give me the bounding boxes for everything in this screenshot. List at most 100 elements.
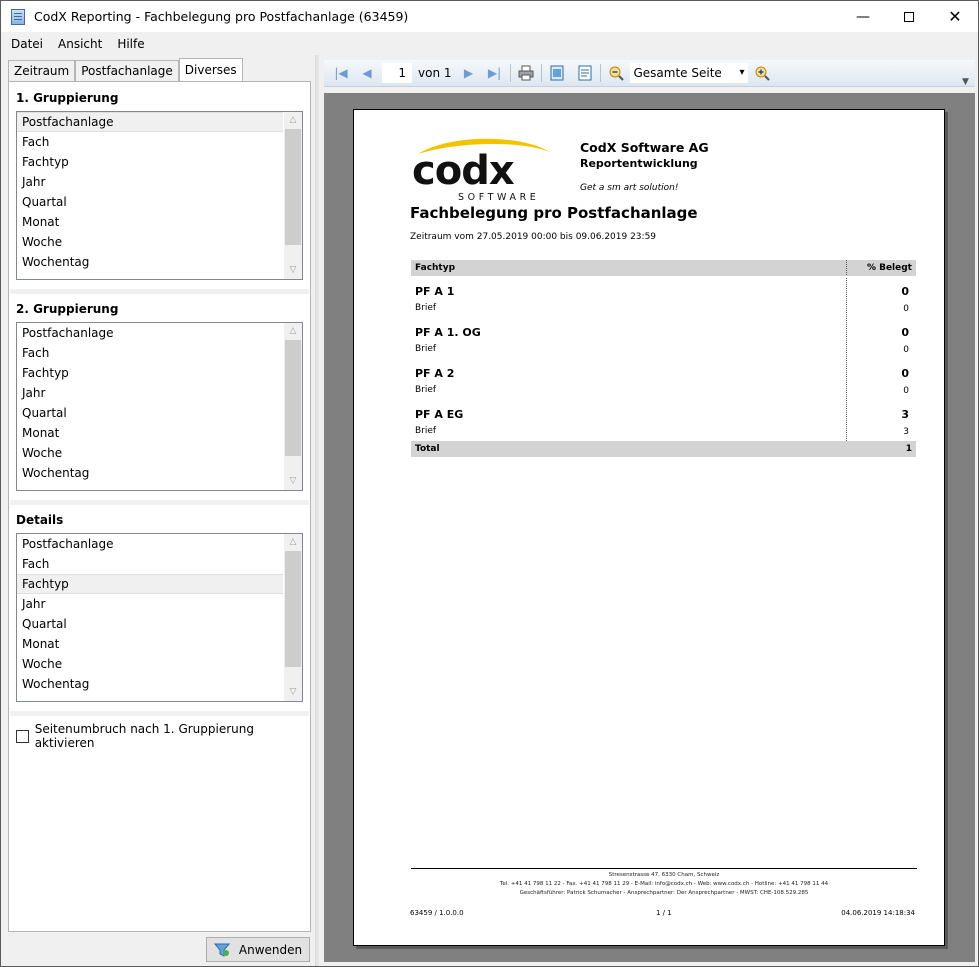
group-row-label: PF A 2 bbox=[415, 367, 455, 380]
print-icon[interactable] bbox=[515, 62, 537, 84]
header-rule bbox=[411, 276, 916, 277]
group-2-title: 2. Gruppierung bbox=[16, 302, 119, 316]
report-title: Fachbelegung pro Postfachanlage bbox=[410, 204, 698, 222]
group-row-label: PF A 1. OG bbox=[415, 326, 481, 339]
list-item[interactable]: Quartal bbox=[17, 614, 283, 634]
page-setup-icon[interactable] bbox=[546, 62, 568, 84]
page-number-input[interactable]: 1 bbox=[382, 63, 412, 83]
close-button[interactable]: ✕ bbox=[932, 1, 978, 32]
list-item[interactable]: Woche bbox=[17, 232, 283, 252]
toolbar-overflow-icon[interactable]: ▼ bbox=[962, 77, 969, 87]
total-label: Total bbox=[415, 444, 440, 454]
apply-button[interactable]: Anwenden bbox=[206, 937, 310, 962]
list-item[interactable]: Fach bbox=[17, 132, 283, 152]
scroll-thumb[interactable] bbox=[285, 551, 301, 667]
detail-row-value: 0 bbox=[903, 345, 909, 355]
zoom-select[interactable]: Gesamte Seite bbox=[629, 63, 748, 83]
list-item[interactable]: Fachtyp bbox=[17, 152, 283, 172]
detail-row-label: Brief bbox=[415, 303, 437, 313]
list-item[interactable]: Woche bbox=[17, 443, 283, 463]
footer-version: 63459 / 1.0.0.0 bbox=[410, 909, 464, 917]
footer-rule bbox=[411, 868, 917, 869]
company-department: Reportentwicklung bbox=[580, 157, 698, 170]
list-item[interactable]: Wochentag bbox=[17, 252, 283, 272]
first-page-icon[interactable]: |◀ bbox=[330, 62, 352, 84]
tab-diverses[interactable]: Diverses bbox=[178, 58, 243, 82]
list-item[interactable]: Fach bbox=[17, 554, 283, 574]
svg-text:SOFTWARE: SOFTWARE bbox=[458, 192, 539, 202]
list-item[interactable]: Monat bbox=[17, 423, 283, 443]
report-table-header: Fachtyp % Belegt bbox=[411, 260, 916, 276]
list-item[interactable]: Wochentag bbox=[17, 674, 283, 694]
divider bbox=[10, 711, 309, 716]
list-item[interactable]: Jahr bbox=[17, 383, 283, 403]
footer-contact: Tel. +41 41 798 11 22 - Fax. +41 41 798 … bbox=[499, 881, 829, 887]
next-page-icon[interactable]: ▶ bbox=[458, 62, 480, 84]
scroll-down-icon[interactable]: ▽ bbox=[284, 684, 302, 701]
list-item[interactable]: Postfachanlage bbox=[17, 534, 283, 554]
column-fachtyp: Fachtyp bbox=[415, 263, 456, 273]
page-break-checkbox[interactable] bbox=[16, 729, 29, 743]
report-preview[interactable]: codx SOFTWARE CodX Software AG Reportent… bbox=[324, 93, 975, 962]
scroll-up-icon[interactable]: △ bbox=[284, 323, 302, 340]
footer-date: 04.06.2019 14:18:34 bbox=[841, 909, 915, 917]
tab-strip: Zeitraum Postfachanlage Diverses bbox=[8, 58, 243, 82]
detail-row-label: Brief bbox=[415, 385, 437, 395]
listbox-scrollbar[interactable]: △ ▽ bbox=[284, 323, 302, 490]
list-item[interactable]: Quartal bbox=[17, 403, 283, 423]
maximize-button[interactable] bbox=[886, 1, 932, 32]
column-divider bbox=[846, 260, 847, 457]
menu-datei[interactable]: Datei bbox=[3, 37, 50, 51]
title-bar: CodX Reporting - Fachbelegung pro Postfa… bbox=[1, 1, 978, 32]
footer-management: Geschäftsführer: Patrick Schumacher - An… bbox=[519, 890, 809, 896]
scroll-up-icon[interactable]: △ bbox=[284, 112, 302, 129]
listbox-scrollbar[interactable]: △ ▽ bbox=[284, 112, 302, 279]
last-page-icon[interactable]: ▶| bbox=[484, 62, 506, 84]
page-break-option[interactable]: Seitenumbruch nach 1. Gruppierung aktivi… bbox=[16, 722, 310, 750]
group-row-value: 0 bbox=[901, 367, 909, 380]
previous-page-icon[interactable]: ◀ bbox=[356, 62, 378, 84]
details-listbox[interactable]: Postfachanlage Fach Fachtyp Jahr Quartal… bbox=[16, 533, 303, 702]
list-item[interactable]: Fachtyp bbox=[17, 574, 283, 594]
list-item[interactable]: Jahr bbox=[17, 594, 283, 614]
panel-splitter[interactable] bbox=[315, 55, 319, 966]
menu-ansicht[interactable]: Ansicht bbox=[50, 37, 109, 51]
detail-row-value: 0 bbox=[903, 386, 909, 396]
minimize-button[interactable]: — bbox=[840, 1, 886, 32]
company-slogan: Get a sm art solution! bbox=[580, 183, 679, 193]
list-item[interactable]: Monat bbox=[17, 634, 283, 654]
listbox-scrollbar[interactable]: △ ▽ bbox=[284, 534, 302, 701]
list-item[interactable]: Woche bbox=[17, 654, 283, 674]
details-title: Details bbox=[16, 513, 64, 527]
detail-row-label: Brief bbox=[415, 426, 437, 436]
list-item[interactable]: Postfachanlage bbox=[17, 323, 283, 343]
list-item[interactable]: Fachtyp bbox=[17, 363, 283, 383]
scroll-up-icon[interactable]: △ bbox=[284, 534, 302, 551]
group-1-title: 1. Gruppierung bbox=[16, 91, 119, 105]
list-item[interactable]: Postfachanlage bbox=[17, 112, 283, 132]
scroll-down-icon[interactable]: ▽ bbox=[284, 473, 302, 490]
toolbar-divider bbox=[599, 64, 601, 82]
tab-postfachanlage[interactable]: Postfachanlage bbox=[75, 60, 179, 82]
scroll-thumb[interactable] bbox=[285, 129, 301, 245]
page-count-label: von 1 bbox=[418, 66, 452, 80]
group-2-listbox[interactable]: Postfachanlage Fach Fachtyp Jahr Quartal… bbox=[16, 322, 303, 491]
preview-toolbar: |◀ ◀ 1 von 1 ▶ ▶| Gesamte Seite bbox=[324, 60, 975, 87]
total-value: 1 bbox=[905, 444, 912, 454]
zoom-in-icon[interactable] bbox=[751, 62, 773, 84]
menu-hilfe[interactable]: Hilfe bbox=[109, 37, 151, 51]
list-item[interactable]: Quartal bbox=[17, 192, 283, 212]
group-1-listbox[interactable]: Postfachanlage Fach Fachtyp Jahr Quartal… bbox=[16, 111, 303, 280]
report-period: Zeitraum vom 27.05.2019 00:00 bis 09.06.… bbox=[410, 232, 657, 242]
apply-label: Anwenden bbox=[238, 942, 303, 957]
scroll-thumb[interactable] bbox=[285, 340, 301, 456]
detail-row-value: 3 bbox=[903, 427, 909, 437]
zoom-out-icon[interactable] bbox=[605, 62, 627, 84]
list-item[interactable]: Monat bbox=[17, 212, 283, 232]
scroll-down-icon[interactable]: ▽ bbox=[284, 262, 302, 279]
tab-zeitraum[interactable]: Zeitraum bbox=[8, 60, 76, 82]
list-item[interactable]: Jahr bbox=[17, 172, 283, 192]
export-icon[interactable] bbox=[574, 62, 596, 84]
list-item[interactable]: Fach bbox=[17, 343, 283, 363]
list-item[interactable]: Wochentag bbox=[17, 463, 283, 483]
